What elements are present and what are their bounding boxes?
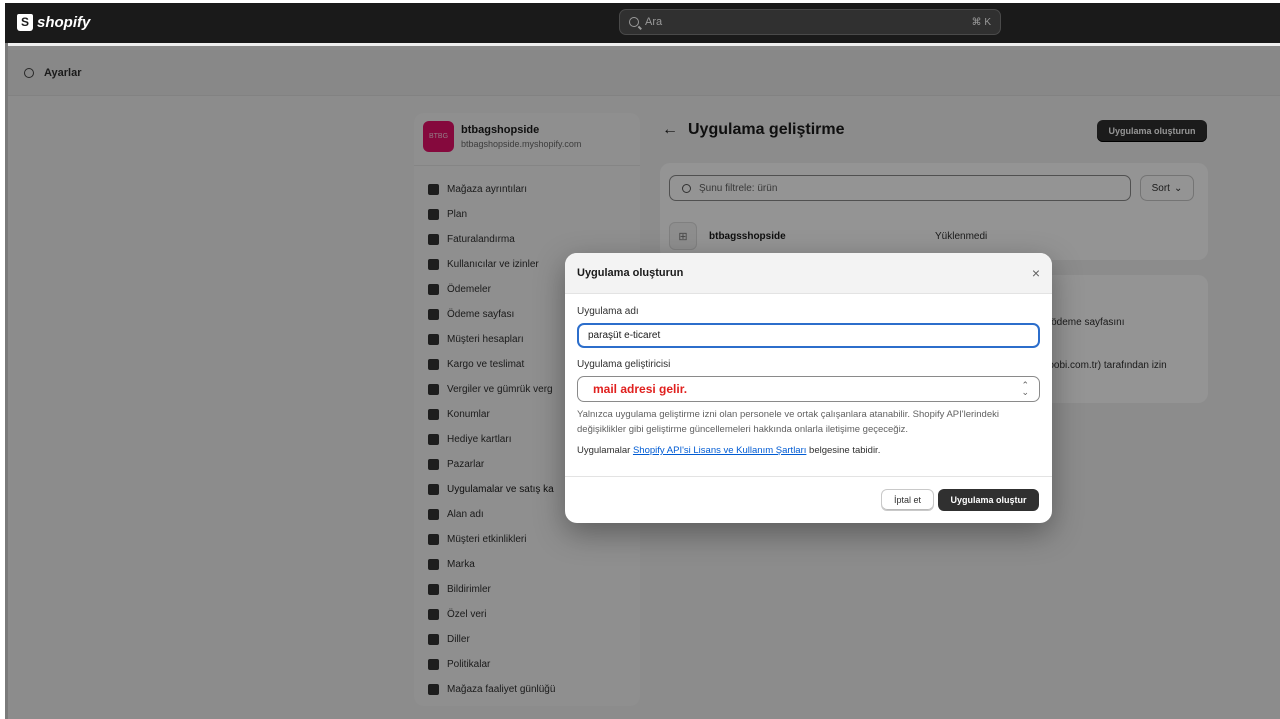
brand-name: shopify <box>37 14 91 31</box>
create-app-modal: Uygulama oluşturun × Uygulama adı paraşü… <box>565 253 1052 523</box>
modal-body: Uygulama adı paraşüt e-ticaret Uygulama … <box>565 294 1052 456</box>
modal-title: Uygulama oluşturun <box>577 267 684 279</box>
shopify-logo[interactable]: shopify <box>17 14 90 31</box>
search-placeholder: Ara <box>645 16 663 28</box>
app-name-label: Uygulama adı <box>577 306 639 317</box>
developer-value: mail adresi gelir. <box>593 382 688 396</box>
global-search-input[interactable]: Ara ⌘ K <box>619 9 1001 35</box>
top-bar: shopify Ara ⌘ K <box>5 3 1280 43</box>
select-chevron-icon: ⌃ ⌄ <box>1021 380 1029 397</box>
developer-label: Uygulama geliştiricisi <box>577 359 671 370</box>
shopify-bag-icon <box>17 14 33 31</box>
modal-header: Uygulama oluşturun × <box>565 253 1052 294</box>
app-name-input[interactable]: paraşüt e-ticaret <box>577 323 1040 348</box>
terms-suffix: belgesine tabidir. <box>809 445 881 456</box>
cancel-button[interactable]: İptal et <box>881 489 934 511</box>
terms-link[interactable]: Shopify API'si Lisans ve Kullanım Şartla… <box>633 445 806 456</box>
developer-select[interactable]: mail adresi gelir. ⌃ ⌄ <box>577 376 1040 402</box>
create-app-confirm-button[interactable]: Uygulama oluştur <box>938 489 1039 511</box>
modal-footer: İptal et Uygulama oluştur <box>565 476 1052 523</box>
search-shortcut: ⌘ K <box>971 16 991 28</box>
developer-help-text: Yalnızca uygulama geliştirme izni olan p… <box>577 409 999 435</box>
close-icon[interactable]: × <box>1032 265 1040 281</box>
terms-text: Uygulamalar Shopify API'si Lisans ve Kul… <box>577 445 1040 456</box>
search-icon <box>629 17 639 27</box>
terms-prefix: Uygulamalar <box>577 445 631 456</box>
